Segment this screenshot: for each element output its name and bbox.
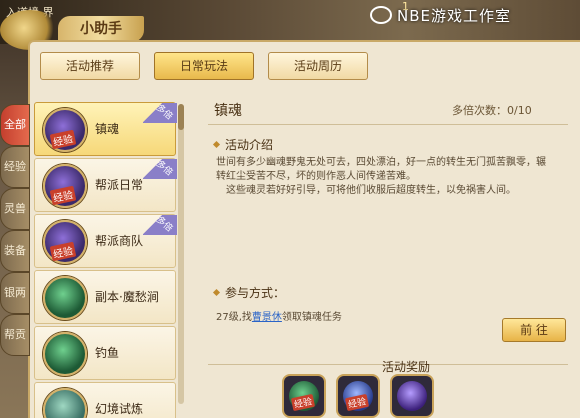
exp-stamp: 经验 — [49, 129, 77, 150]
list-item[interactable]: 经验 帮派商队 多倍 — [34, 214, 177, 268]
list-item[interactable]: 经验 帮派日常 多倍 — [34, 158, 177, 212]
vase-icon — [43, 388, 87, 418]
list-item-label: 钓鱼 — [95, 346, 120, 360]
scroll-thumb[interactable] — [178, 104, 184, 130]
activity-detail: 镇魂 多倍次数：0/10 活动介绍 世间有多少幽魂野鬼无处可去，四处漂泊，好一点… — [202, 96, 580, 418]
intro-heading: 活动介绍 — [214, 136, 273, 153]
tab-recommended[interactable]: 活动推荐 — [40, 52, 140, 80]
watermark-text: NBE游戏工作室 — [397, 7, 511, 25]
list-scrollbar[interactable] — [178, 104, 184, 404]
fishing-icon — [43, 332, 87, 376]
list-item[interactable]: 经验 镇魂 多倍 — [34, 102, 177, 156]
list-item-label: 幻境试炼 — [95, 402, 144, 416]
side-tab-exp[interactable]: 经验 — [0, 146, 30, 188]
tab-weekly[interactable]: 活动周历 — [268, 52, 368, 80]
list-item-label: 镇魂 — [95, 122, 120, 136]
tab-daily[interactable]: 日常玩法 — [154, 52, 254, 80]
list-item[interactable]: 钓鱼 — [34, 326, 176, 380]
side-tab-all[interactable]: 全部 — [0, 104, 30, 146]
intro-text: 世间有多少幽魂野鬼无处可去，四处漂泊，好一点的转生无门孤苦飘零，辗转红尘受苦不尽… — [216, 157, 546, 182]
req-prefix: 27级,找 — [216, 312, 252, 323]
reward-item-icon[interactable] — [390, 374, 434, 418]
reward-icon-inner — [397, 381, 427, 411]
exp-stamp: 经验 — [49, 185, 77, 206]
soul-icon: 经验 — [43, 108, 87, 152]
req-suffix: 领取镇魂任务 — [281, 312, 342, 323]
npc-link[interactable]: 曹景休 — [252, 312, 282, 323]
reward-pet-exp-icon[interactable]: 经验 — [336, 374, 380, 418]
watermark: NBE游戏工作室 — [370, 5, 511, 26]
list-item[interactable]: 幻境试炼 — [34, 382, 176, 418]
guild-icon: 经验 — [43, 164, 87, 208]
side-tab-guild[interactable]: 帮贡 — [0, 314, 30, 356]
reward-exp-icon[interactable]: 经验 — [282, 374, 326, 418]
caravan-icon: 经验 — [43, 220, 87, 264]
multi-badge-label: 多倍 — [153, 159, 175, 179]
assistant-window: 活动推荐 日常玩法 活动周历 经验 镇魂 多倍 经验 帮派日常 多倍 经验 帮派… — [28, 40, 580, 418]
how-heading: 参与方式： — [214, 284, 285, 301]
intro-text-2: 这些魂灵若好好引导，可将他们收服后超度转生，以免祸害人间。 — [226, 185, 516, 196]
game-scene: 入道境 界 1 NBE游戏工作室 小助手 活动推荐 日常玩法 活动周历 经验 镇… — [0, 0, 580, 418]
list-item-label: 副本·魔愁涧 — [95, 290, 159, 304]
dungeon-icon — [43, 276, 87, 320]
exp-stamp: 经验 — [49, 241, 77, 262]
list-item[interactable]: 副本·魔愁涧 — [34, 270, 176, 324]
side-tab-equip[interactable]: 装备 — [0, 230, 30, 272]
multi-badge-label: 多倍 — [153, 103, 175, 123]
panel-title: 小助手 — [58, 16, 144, 42]
requirement-text: 27级,找曹景休领取镇魂任务 — [216, 308, 342, 323]
activity-list: 经验 镇魂 多倍 经验 帮派日常 多倍 经验 帮派商队 多倍 副本·魔愁涧 钓鱼 — [30, 102, 180, 418]
go-button[interactable]: 前 往 — [502, 318, 566, 342]
side-tab-silver[interactable]: 银两 — [0, 272, 30, 314]
multi-count: 多倍次数：0/10 — [452, 104, 532, 117]
list-item-label: 帮派商队 — [95, 234, 144, 248]
reward-heading: 活动奖励 — [382, 360, 431, 374]
multi-badge: 多倍 — [143, 103, 177, 123]
detail-title: 镇魂 — [214, 103, 242, 119]
multi-badge: 多倍 — [143, 159, 177, 179]
side-tab-pet[interactable]: 灵兽 — [0, 188, 30, 230]
list-item-label: 帮派日常 — [95, 178, 144, 192]
wechat-icon — [370, 6, 392, 24]
divider — [208, 124, 568, 125]
multi-badge: 多倍 — [143, 215, 177, 235]
multi-badge-label: 多倍 — [153, 215, 175, 235]
